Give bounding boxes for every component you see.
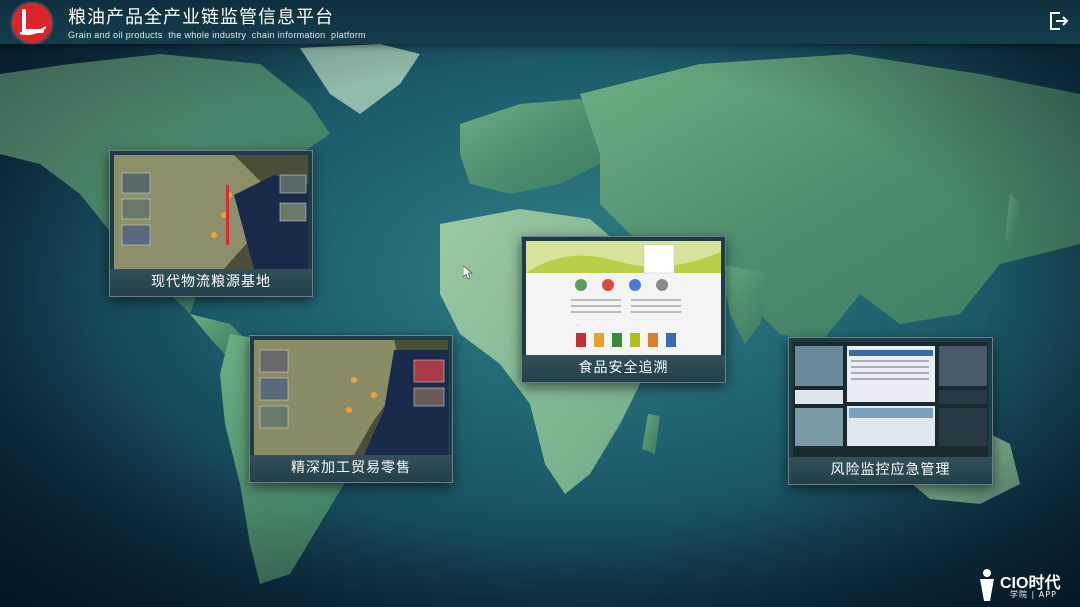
platform-logo (12, 3, 52, 43)
card-modern-logistics[interactable]: 现代物流粮源基地 (109, 150, 313, 297)
cio-watermark: CIO时代 学院 | APP (974, 567, 1074, 603)
watermark-subtext: 学院 | APP (1010, 590, 1057, 599)
card-deep-processing[interactable]: 精深加工贸易零售 (249, 335, 453, 483)
card-label: 现代物流粮源基地 (110, 269, 312, 296)
risk-dashboard-thumbnail (793, 342, 988, 457)
card-food-safety-trace[interactable]: 食品安全追溯 (521, 236, 726, 383)
processing-map-thumbnail (254, 340, 448, 455)
card-label: 精深加工贸易零售 (250, 455, 452, 482)
traceability-page-thumbnail (526, 241, 721, 356)
app-subtitle: Grain and oil products the whole industr… (68, 30, 366, 40)
exit-icon[interactable] (1046, 9, 1070, 33)
app-title: 粮油产品全产业链监管信息平台 (68, 7, 334, 28)
card-label: 风险监控应急管理 (789, 457, 992, 484)
card-label: 食品安全追溯 (522, 355, 725, 382)
card-risk-monitoring[interactable]: 风险监控应急管理 (788, 337, 993, 485)
mouse-cursor-icon (463, 266, 473, 280)
logistics-map-thumbnail (114, 155, 308, 269)
app-header: 粮油产品全产业链监管信息平台 Grain and oil products th… (0, 0, 1080, 44)
cio-logo-icon (980, 569, 994, 601)
